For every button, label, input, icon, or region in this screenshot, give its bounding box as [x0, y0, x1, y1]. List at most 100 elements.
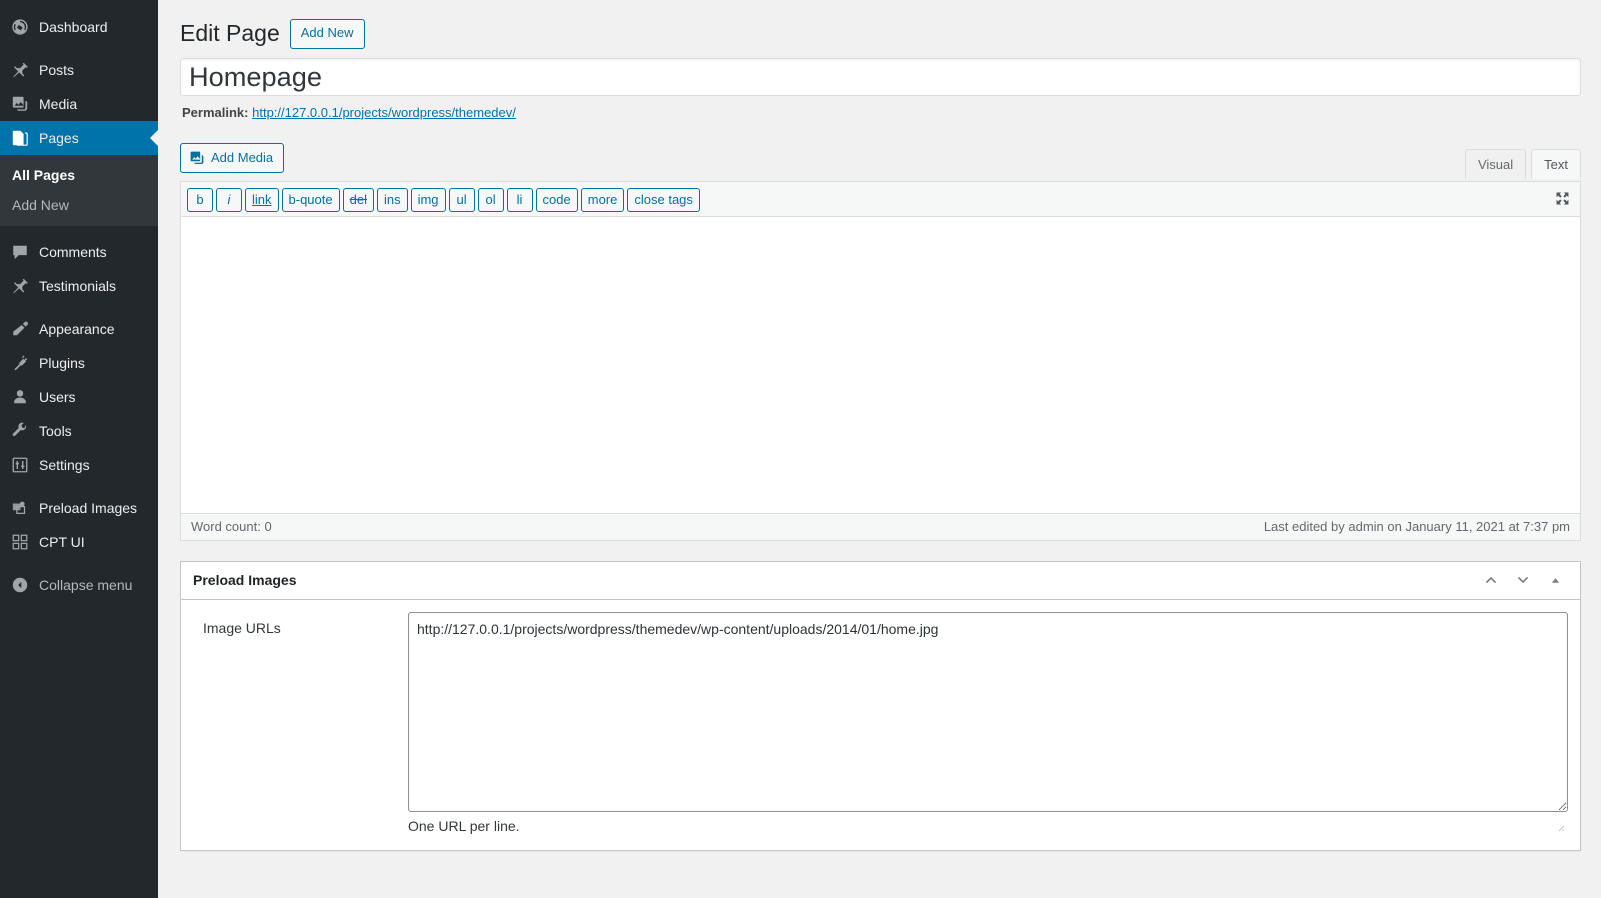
metabox-title: Preload Images — [193, 571, 297, 588]
admin-page: Dashboard Posts Media Pages All Pages Ad… — [0, 0, 1601, 898]
sidebar-item-media[interactable]: Media — [0, 87, 158, 121]
content-textarea[interactable] — [181, 216, 1580, 513]
tools-icon — [10, 421, 30, 441]
dashboard-icon — [10, 17, 30, 37]
image-urls-label: Image URLs — [203, 619, 281, 636]
sidebar-item-label: Preload Images — [39, 500, 138, 517]
sidebar-item-appearance[interactable]: Appearance — [0, 312, 158, 346]
preload-images-icon — [10, 498, 30, 518]
image-urls-description: One URL per line. — [408, 817, 520, 834]
collapse-arrow-icon — [10, 575, 30, 595]
image-urls-textarea[interactable]: http://127.0.0.1/projects/wordpress/them… — [408, 611, 1568, 812]
quicktag-italic[interactable]: i — [216, 187, 242, 212]
sidebar-item-posts[interactable]: Posts — [0, 53, 158, 87]
appearance-icon — [10, 319, 30, 339]
sidebar-item-label: Plugins — [39, 355, 85, 372]
sidebar-item-cpt-ui[interactable]: CPT UI — [0, 525, 158, 559]
users-icon — [10, 387, 30, 407]
post-title-input[interactable] — [180, 57, 1581, 96]
admin-sidebar: Dashboard Posts Media Pages All Pages Ad… — [0, 0, 158, 898]
pin-icon — [10, 60, 30, 80]
media-icon — [189, 150, 205, 166]
quicktag-bold[interactable]: b — [187, 187, 213, 212]
quicktag-ins[interactable]: ins — [376, 187, 408, 212]
permalink-box: Permalink: http://127.0.0.1/projects/wor… — [180, 105, 1581, 125]
metabox-actions — [1478, 567, 1568, 593]
post-title-wrap — [180, 57, 1581, 96]
last-edited-info: Last edited by admin on January 11, 2021… — [1263, 519, 1570, 535]
sidebar-item-pages[interactable]: Pages — [0, 121, 158, 155]
sidebar-item-label: Settings — [39, 457, 90, 474]
chevron-up-icon[interactable] — [1478, 567, 1504, 593]
sidebar-item-settings[interactable]: Settings — [0, 448, 158, 482]
triangle-up-icon[interactable] — [1542, 567, 1568, 593]
sidebar-item-label: Dashboard — [39, 19, 108, 35]
permalink-label: Permalink: — [182, 104, 249, 120]
tab-text[interactable]: Text — [1531, 148, 1581, 179]
sidebar-item-users[interactable]: Users — [0, 380, 158, 414]
collapse-menu-label: Collapse menu — [39, 577, 133, 594]
sidebar-separator — [0, 482, 158, 491]
quicktag-link[interactable]: link — [245, 187, 279, 212]
editor-region: Add Media Visual Text b i link b-quote d… — [180, 142, 1581, 541]
add-media-label: Add Media — [211, 150, 274, 166]
quicktag-li[interactable]: li — [506, 187, 533, 212]
tab-visual[interactable]: Visual — [1464, 148, 1527, 179]
quicktag-more[interactable]: more — [580, 187, 625, 212]
quicktag-code[interactable]: code — [535, 187, 578, 212]
quicktags-toolbar: b i link b-quote del ins img ul ol li co… — [181, 181, 1580, 217]
fullscreen-icon[interactable] — [1552, 189, 1572, 209]
quicktag-blockquote[interactable]: b-quote — [281, 187, 340, 212]
editor-tools: Add Media Visual Text — [180, 142, 1581, 181]
pin-icon — [10, 276, 30, 296]
word-count: Word count: 0 — [191, 519, 272, 535]
main-content: Edit Page Add New Permalink: http://127.… — [158, 0, 1601, 898]
editor-status-bar: Word count: 0 Last edited by admin on Ja… — [181, 512, 1580, 540]
quicktag-img[interactable]: img — [410, 187, 446, 212]
sidebar-item-label: Comments — [39, 244, 107, 261]
sidebar-item-comments[interactable]: Comments — [0, 235, 158, 269]
sidebar-item-testimonials[interactable]: Testimonials — [0, 269, 158, 303]
sidebar-item-label: Posts — [39, 62, 75, 78]
metabox-body: Image URLs http://127.0.0.1/projects/wor… — [181, 600, 1580, 850]
chevron-down-icon[interactable] — [1510, 567, 1536, 593]
sidebar-item-dashboard[interactable]: Dashboard — [0, 10, 158, 44]
preload-images-metabox: Preload Images Image URLs http://127.0.0… — [180, 560, 1581, 851]
pages-icon — [10, 128, 30, 148]
quicktag-ol[interactable]: ol — [477, 187, 504, 212]
sidebar-item-label: Pages — [39, 130, 79, 146]
add-media-button[interactable]: Add Media — [180, 142, 285, 173]
sidebar-item-tools[interactable]: Tools — [0, 414, 158, 448]
sidebar-item-label: Appearance — [39, 321, 115, 338]
quicktag-ul[interactable]: ul — [448, 187, 475, 212]
sidebar-submenu-pages: All Pages Add New — [0, 155, 158, 227]
page-header: Edit Page Add New — [180, 10, 1581, 53]
image-urls-control: http://127.0.0.1/projects/wordpress/them… — [408, 611, 1568, 834]
sidebar-separator — [0, 226, 158, 235]
media-icon — [10, 94, 30, 114]
sidebar-item-preload-images[interactable]: Preload Images — [0, 491, 158, 525]
sidebar-separator — [0, 44, 158, 53]
sidebar-item-label: Users — [39, 389, 76, 406]
sidebar-item-label: Testimonials — [39, 278, 117, 295]
quicktag-close-tags[interactable]: close tags — [627, 187, 700, 212]
sidebar-separator — [0, 559, 158, 568]
page-title: Edit Page — [180, 20, 280, 47]
comments-icon — [10, 242, 30, 262]
metabox-header: Preload Images — [181, 562, 1580, 600]
add-new-button[interactable]: Add New — [289, 19, 365, 49]
sidebar-item-label: Media — [39, 96, 78, 112]
quicktag-del[interactable]: del — [342, 187, 374, 212]
collapse-menu-button[interactable]: Collapse menu — [0, 568, 158, 602]
cpt-ui-icon — [10, 532, 30, 552]
sidebar-item-plugins[interactable]: Plugins — [0, 346, 158, 380]
permalink-link[interactable]: http://127.0.0.1/projects/wordpress/them… — [252, 105, 516, 120]
settings-icon — [10, 455, 30, 475]
sidebar-item-label: Tools — [39, 423, 72, 440]
sidebar-separator — [0, 303, 158, 312]
sidebar-item-add-new-page[interactable]: Add New — [0, 190, 158, 220]
sidebar-item-all-pages[interactable]: All Pages — [0, 160, 158, 190]
editor-container: b i link b-quote del ins img ul ol li co… — [180, 180, 1581, 541]
sidebar-item-label: CPT UI — [39, 534, 85, 551]
plugins-icon — [10, 353, 30, 373]
